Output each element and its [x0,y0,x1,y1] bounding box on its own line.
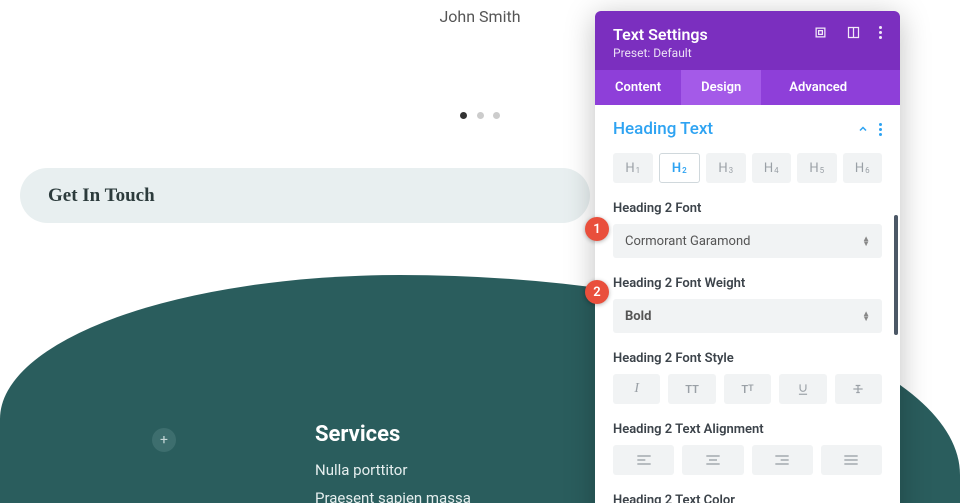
modal-preset[interactable]: Preset: Default [613,46,708,60]
annotation-1: 1 [585,217,609,241]
heading-h1[interactable]: H1 [613,153,653,183]
chevron-up-icon[interactable] [857,123,869,135]
heading-h3[interactable]: H3 [706,153,746,183]
footer-services-title: Services [315,422,471,447]
section-more-icon[interactable] [879,123,882,136]
weight-label: Heading 2 Font Weight [613,276,882,291]
font-select[interactable]: Cormorant Garamond ▲▼ [613,224,882,258]
dot-1[interactable] [460,112,467,119]
align-label: Heading 2 Text Alignment [613,422,882,437]
scrollbar[interactable] [894,215,898,335]
align-justify-button[interactable] [821,445,882,475]
style-label: Heading 2 Font Style [613,351,882,366]
text-settings-modal: Text Settings Preset: Default Content De… [595,11,900,503]
tab-content[interactable]: Content [595,70,681,105]
heading-h4[interactable]: H4 [752,153,792,183]
modal-title: Text Settings [613,25,708,44]
capitalize-button[interactable]: TT [724,374,771,404]
tab-advanced[interactable]: Advanced [769,70,867,105]
dot-2[interactable] [477,112,484,119]
get-in-touch-heading: Get In Touch [48,185,155,207]
tab-design[interactable]: Design [681,70,761,105]
settings-panel: Heading Text H1 H2 H3 H4 H5 H6 Heading 2… [595,105,900,503]
dot-3[interactable] [493,112,500,119]
align-left-button[interactable] [613,445,674,475]
heading-level-selector: H1 H2 H3 H4 H5 H6 [613,153,882,183]
strikethrough-button[interactable] [835,374,882,404]
heading-h5[interactable]: H5 [797,153,837,183]
italic-button[interactable]: I [613,374,660,404]
get-in-touch-pill: Get In Touch [20,168,590,223]
heading-h6[interactable]: H6 [843,153,883,183]
annotation-2: 2 [585,280,609,304]
font-value: Cormorant Garamond [625,234,750,249]
footer-link[interactable]: Nulla porttitor [315,461,471,479]
footer-link[interactable]: Praesent sapien massa [315,489,471,503]
align-center-button[interactable] [682,445,743,475]
more-icon[interactable] [879,26,882,39]
weight-value: Bold [625,309,651,324]
font-label: Heading 2 Font [613,201,882,216]
align-right-button[interactable] [752,445,813,475]
add-section-button[interactable]: + [152,428,176,452]
select-arrows-icon: ▲▼ [862,311,870,321]
uppercase-button[interactable]: TT [668,374,715,404]
columns-icon[interactable] [846,25,861,40]
select-arrows-icon: ▲▼ [862,236,870,246]
panel-section-title[interactable]: Heading Text [613,119,713,139]
heading-h2[interactable]: H2 [659,153,701,183]
modal-tabs: Content Design Advanced [595,70,900,105]
alignment-row [613,445,882,475]
color-label: Heading 2 Text Color [613,493,882,503]
underline-button[interactable] [779,374,826,404]
weight-select[interactable]: Bold ▲▼ [613,299,882,333]
font-style-row: I TT TT [613,374,882,404]
expand-icon[interactable] [813,25,828,40]
